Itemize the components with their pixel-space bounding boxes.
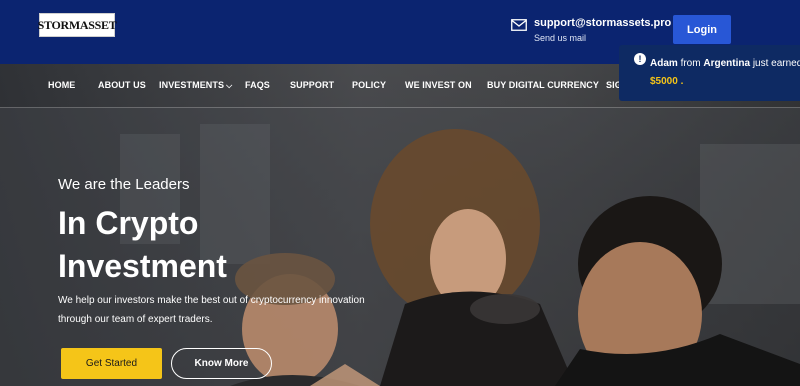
notification-action: just earned (752, 58, 800, 69)
login-button[interactable]: Login (673, 15, 731, 44)
nav-divider (0, 107, 800, 108)
logo-text: STORMASSET (37, 17, 117, 32)
hero-title-line2: Investment (58, 248, 227, 284)
know-more-button[interactable]: Know More (171, 348, 272, 379)
nav-item-we-invest-on[interactable]: WE INVEST ON (405, 80, 472, 90)
notification-message: Adam from Argentina just earned (650, 58, 800, 69)
nav-item-about-us[interactable]: ABOUT US (98, 80, 146, 90)
nav-item-buy-digital-currency[interactable]: BUY DIGITAL CURRENCY (487, 80, 599, 90)
mail-icon (511, 19, 527, 31)
hero-kicker: We are the Leaders (58, 176, 190, 193)
nav-item-faqs[interactable]: FAQS (245, 80, 270, 90)
hero-section: HOME ABOUT US INVESTMENTS ⌵ FAQS SUPPORT … (0, 64, 800, 386)
nav-item-support[interactable]: SUPPORT (290, 80, 334, 90)
notification-name: Adam (650, 58, 678, 69)
contact-email[interactable]: support@stormassets.pro (534, 17, 671, 29)
nav-item-policy[interactable]: POLICY (352, 80, 386, 90)
contact-email-caption: Send us mail (534, 33, 587, 43)
earnings-notification[interactable]: ! Adam from Argentina just earned $5000 … (619, 45, 800, 101)
nav-item-home[interactable]: HOME (48, 80, 75, 90)
nav-item-investments-label: INVESTMENTS (159, 80, 225, 90)
hero-title-line1: In Crypto (58, 205, 199, 241)
info-icon: ! (634, 53, 646, 65)
notification-country: Argentina (703, 58, 751, 69)
get-started-button[interactable]: Get Started (61, 348, 162, 379)
site-logo[interactable]: STORMASSET (37, 13, 117, 37)
hero-description-line2: through our team of expert traders. (58, 314, 213, 325)
chevron-down-icon: ⌵ (226, 81, 233, 90)
hero-description-line1: We help our investors make the best out … (58, 295, 365, 306)
notification-from: from (680, 58, 701, 69)
notification-amount: $5000 . (650, 76, 684, 87)
nav-item-investments[interactable]: INVESTMENTS ⌵ (159, 80, 232, 91)
